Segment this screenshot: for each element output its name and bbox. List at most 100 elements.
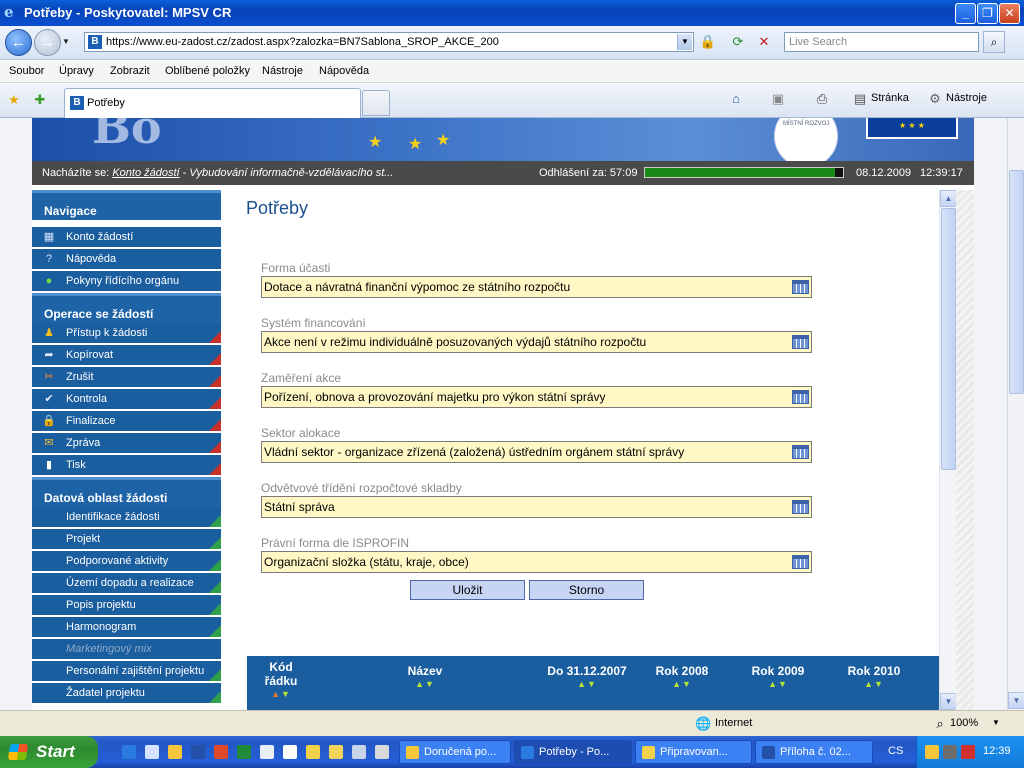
content-scrollbar[interactable]: ▲ ▼: [939, 190, 957, 710]
col-2010[interactable]: Rok 2010 ▲▼: [839, 664, 909, 689]
zoom-dropdown-icon[interactable]: ▼: [992, 718, 1000, 727]
field-financing[interactable]: Akce není v režimu individuálně posuzova…: [261, 331, 812, 353]
sidebar-item-copy[interactable]: ➦ Kopírovat: [32, 345, 221, 366]
field-focus[interactable]: Pořízení, obnova a provozování majetku p…: [261, 386, 812, 408]
tray-clock-icon[interactable]: [925, 745, 939, 759]
menu-tools[interactable]: Nástroje: [262, 65, 303, 77]
address-bar[interactable]: B https://www.eu-zadost.cz/zadost.aspx?z…: [84, 32, 694, 52]
menu-file[interactable]: Soubor: [9, 65, 44, 77]
search-icon[interactable]: ⌕: [983, 31, 1005, 53]
sidebar-item-schedule[interactable]: Harmonogram: [32, 617, 221, 638]
picker-icon[interactable]: [792, 445, 809, 459]
sort-arrows-icon[interactable]: ▲▼: [839, 679, 909, 689]
tab-current[interactable]: B Potřeby: [64, 88, 361, 118]
sort-arrows-icon[interactable]: ▲▼: [259, 689, 303, 699]
quicklaunch-media-icon[interactable]: [283, 745, 297, 759]
menu-help[interactable]: Nápověda: [319, 65, 369, 77]
sort-arrows-icon[interactable]: ▲▼: [647, 679, 717, 689]
menu-favorites[interactable]: Oblíbené položky: [165, 65, 250, 77]
feeds-icon[interactable]: ▣: [768, 89, 788, 109]
history-dropdown-icon[interactable]: ▼: [62, 37, 70, 46]
quicklaunch-more-icon[interactable]: [375, 745, 389, 759]
scroll-up-icon[interactable]: ▲: [940, 190, 957, 207]
taskbar-item-browser[interactable]: Potřeby - Po...: [514, 740, 632, 764]
tray-app-icon[interactable]: [943, 745, 957, 759]
favorites-star-icon[interactable]: ★: [4, 90, 24, 110]
picker-icon[interactable]: [792, 335, 809, 349]
save-button[interactable]: Uložit: [410, 580, 525, 600]
sidebar-item-print[interactable]: ▮ Tisk: [32, 455, 221, 476]
sort-arrows-icon[interactable]: ▲▼: [743, 679, 813, 689]
minimize-button[interactable]: _: [955, 3, 976, 24]
lock-icon[interactable]: 🔒: [698, 32, 718, 52]
back-button[interactable]: ←: [5, 29, 32, 56]
sidebar-item-check[interactable]: ✔ Kontrola: [32, 389, 221, 410]
field-participation[interactable]: Dotace a návratná finanční výpomoc ze st…: [261, 276, 812, 298]
col-name[interactable]: Název ▲▼: [395, 664, 455, 689]
taskbar-item-folder[interactable]: Připravovan...: [635, 740, 752, 764]
field-sector[interactable]: Vládní sektor - organizace zřízená (zalo…: [261, 441, 812, 463]
picker-icon[interactable]: [792, 390, 809, 404]
cancel-button[interactable]: Storno: [529, 580, 644, 600]
quicklaunch-tool-icon[interactable]: [352, 745, 366, 759]
field-classification[interactable]: Státní správa: [261, 496, 812, 518]
picker-icon[interactable]: [792, 500, 809, 514]
quicklaunch-app-icon[interactable]: [260, 745, 274, 759]
quicklaunch-powerpoint-icon[interactable]: [214, 745, 228, 759]
sidebar-item-access[interactable]: ♟ Přístup k žádosti: [32, 323, 221, 344]
quicklaunch-ie-icon[interactable]: [122, 745, 136, 759]
scroll-down-icon[interactable]: ▼: [940, 693, 957, 710]
address-dropdown-icon[interactable]: ▼: [677, 34, 692, 50]
tray-antivirus-icon[interactable]: [961, 745, 975, 759]
sidebar-item-help[interactable]: ? Nápověda: [32, 249, 221, 270]
menu-view[interactable]: Zobrazit: [110, 65, 150, 77]
forward-button[interactable]: →: [34, 29, 61, 56]
taskbar-item-document[interactable]: Příloha č. 02...: [755, 740, 873, 764]
tools-menu[interactable]: Nástroje: [946, 92, 987, 104]
page-menu[interactable]: Stránka: [871, 92, 909, 104]
menu-edit[interactable]: Úpravy: [59, 65, 94, 77]
quicklaunch-word-icon[interactable]: [191, 745, 205, 759]
search-input[interactable]: Live Search: [784, 32, 979, 52]
quicklaunch-explorer-icon[interactable]: [329, 745, 343, 759]
sidebar-item-finalize[interactable]: 🔒 Finalizace: [32, 411, 221, 432]
sidebar-item-territory[interactable]: Území dopadu a realizace: [32, 573, 221, 594]
picker-icon[interactable]: [792, 555, 809, 569]
col-2008[interactable]: Rok 2008 ▲▼: [647, 664, 717, 689]
sort-arrows-icon[interactable]: ▲▼: [537, 679, 637, 689]
field-legal-form[interactable]: Organizační složka (státu, kraje, obce): [261, 551, 812, 573]
browser-scroll-thumb[interactable]: [1009, 170, 1024, 394]
browser-scroll-down-icon[interactable]: ▼: [1008, 692, 1024, 709]
language-indicator[interactable]: CS: [888, 745, 903, 757]
refresh-icon[interactable]: ⟳: [728, 32, 748, 52]
quicklaunch-excel-icon[interactable]: [237, 745, 251, 759]
scroll-thumb[interactable]: [941, 208, 956, 470]
sidebar-item-applicant[interactable]: Žadatel projektu: [32, 683, 221, 704]
sidebar-item-cancel[interactable]: ✂ Zrušit: [32, 367, 221, 388]
breadcrumb-link[interactable]: Konto žádostí: [112, 167, 179, 179]
new-tab-button[interactable]: [362, 90, 390, 116]
maximize-button[interactable]: ❐: [977, 3, 998, 24]
quicklaunch-folder-icon[interactable]: [306, 745, 320, 759]
add-favorite-icon[interactable]: ✚: [30, 90, 50, 110]
sidebar-item-guidelines[interactable]: ● Pokyny řídícího orgánu: [32, 271, 221, 292]
zoom-level[interactable]: 100%: [950, 717, 978, 729]
quicklaunch-outlook-icon[interactable]: [168, 745, 182, 759]
browser-scrollbar[interactable]: ▼: [1007, 118, 1024, 710]
home-icon[interactable]: ⌂: [726, 89, 746, 109]
start-button[interactable]: Start: [0, 736, 98, 768]
sidebar-item-account[interactable]: ▦ Konto žádostí: [32, 227, 221, 248]
col-code[interactable]: Kód řádku ▲▼: [259, 660, 303, 699]
sidebar-item-activities[interactable]: Podporované aktivity: [32, 551, 221, 572]
col-2009[interactable]: Rok 2009 ▲▼: [743, 664, 813, 689]
print-icon[interactable]: ⎙: [812, 89, 832, 109]
sidebar-item-description[interactable]: Popis projektu: [32, 595, 221, 616]
sort-arrows-icon[interactable]: ▲▼: [395, 679, 455, 689]
picker-icon[interactable]: [792, 280, 809, 294]
stop-icon[interactable]: ✕: [754, 32, 774, 52]
sidebar-item-staffing[interactable]: Personální zajištění projektu: [32, 661, 221, 682]
sidebar-item-message[interactable]: ✉ Zpráva: [32, 433, 221, 454]
close-button[interactable]: ✕: [999, 3, 1020, 24]
sidebar-item-project[interactable]: Projekt: [32, 529, 221, 550]
sidebar-item-identification[interactable]: Identifikace žádosti: [32, 507, 221, 528]
